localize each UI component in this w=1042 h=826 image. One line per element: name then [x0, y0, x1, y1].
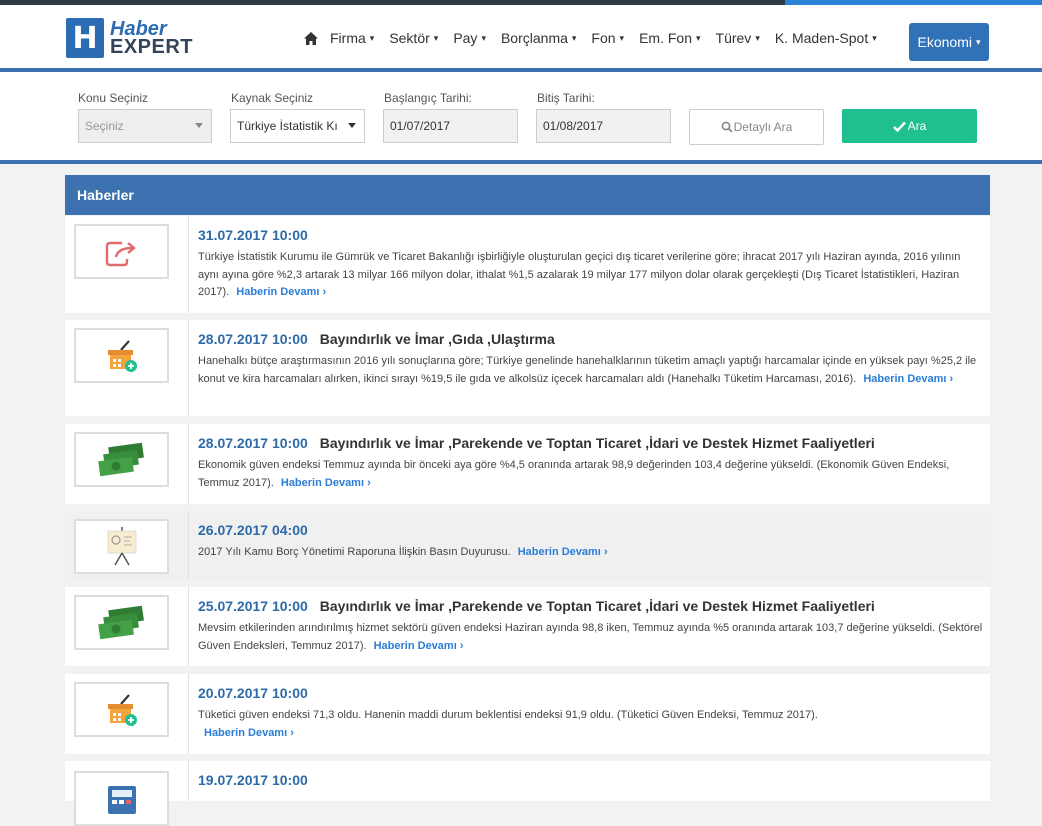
- caret-down-icon: [348, 123, 356, 128]
- logo-badge: H: [66, 18, 104, 58]
- share-arrow-icon: [74, 224, 169, 279]
- chevron-right-icon: ›: [367, 476, 371, 489]
- filter-bar: Konu Seçiniz Seçiniz Kaynak Seçiniz Türk…: [0, 72, 1042, 160]
- search-icon: [721, 121, 733, 133]
- news-category: Bayındırlık ve İmar ,Parekende ve Toptan…: [319, 598, 875, 614]
- chevron-down-icon: ▾: [755, 32, 760, 43]
- filter-divider: [0, 160, 1042, 164]
- detailed-search-button[interactable]: Detaylı Ara: [689, 109, 824, 145]
- end-date-input[interactable]: 01/08/2017: [536, 109, 671, 143]
- news-item[interactable]: 20.07.2017 10:00 Tüketici güven endeksi …: [65, 674, 990, 754]
- banknotes-icon: [74, 432, 169, 487]
- chevron-down-icon: ▾: [975, 36, 981, 47]
- news-date: 31.07.2017 10:00: [198, 227, 308, 243]
- start-date-input[interactable]: 01/07/2017: [383, 109, 518, 143]
- news-summary: Tüketici güven endeksi 71,3 oldu. Haneni…: [198, 709, 818, 721]
- presentation-board-icon: [74, 519, 169, 574]
- read-more-link[interactable]: Haberin Devamı ›: [518, 546, 608, 558]
- nav-item-fon[interactable]: Fon ▾: [591, 30, 624, 46]
- shopping-basket-icon: [74, 328, 169, 383]
- chevron-right-icon: ›: [949, 372, 954, 385]
- konu-select[interactable]: Seçiniz: [78, 109, 212, 143]
- konu-label: Konu Seçiniz: [78, 91, 149, 105]
- bitis-label: Bitiş Tarihi:: [537, 91, 595, 105]
- calculator-icon: [74, 771, 169, 826]
- nav-item-ekonomi[interactable]: Ekonomi ▾: [909, 23, 989, 61]
- baslangic-label: Başlangıç Tarihi:: [384, 91, 472, 105]
- nav-item-maden-spot[interactable]: K. Maden-Spot ▾: [775, 30, 877, 46]
- chevron-down-icon: ▾: [872, 32, 877, 43]
- read-more-link[interactable]: Haberin Devamı ›: [236, 286, 326, 298]
- search-button[interactable]: Ara: [842, 109, 977, 143]
- news-date: 19.07.2017 10:00: [198, 772, 308, 788]
- news-item[interactable]: 19.07.2017 10:00: [65, 761, 990, 826]
- banknotes-icon: [74, 595, 169, 650]
- chevron-down-icon: ▾: [571, 32, 577, 43]
- news-date: 26.07.2017 04:00: [198, 522, 308, 538]
- news-item[interactable]: 31.07.2017 10:00 Türkiye İstatistik Kuru…: [65, 216, 990, 313]
- chevron-right-icon: ›: [322, 286, 327, 298]
- news-item[interactable]: 28.07.2017 10:00 Bayındırlık ve İmar ,Par…: [65, 424, 990, 504]
- nav-item-pay[interactable]: Pay ▾: [453, 30, 486, 46]
- news-category: Bayındırlık ve İmar ,Gıda ,Ulaştırma: [319, 331, 555, 347]
- home-icon[interactable]: [303, 31, 319, 46]
- nav-item-sektor[interactable]: Sektör ▾: [389, 30, 438, 46]
- nav-item-borclanma[interactable]: Borçlanma ▾: [501, 30, 576, 46]
- news-date: 28.07.2017 10:00: [198, 435, 308, 451]
- chevron-down-icon: ▾: [481, 32, 486, 43]
- read-more-link[interactable]: Haberin Devamı ›: [204, 727, 294, 739]
- chevron-right-icon: ›: [290, 726, 294, 739]
- chevron-right-icon: ›: [603, 546, 608, 558]
- news-item[interactable]: 28.07.2017 10:00 Bayındırlık ve İmar ,Gıd…: [65, 320, 990, 416]
- news-summary: 2017 Yılı Kamu Borç Yönetimi Raporuna İl…: [198, 546, 511, 558]
- news-category: Bayındırlık ve İmar ,Parekende ve Toptan…: [319, 435, 875, 451]
- news-summary: Mevsim etkilerinden arındırılmış hizmet …: [198, 622, 983, 652]
- logo-line-2: EXPERT: [110, 36, 194, 58]
- nav-item-firma[interactable]: Firma ▾: [330, 30, 374, 46]
- news-panel-header: Haberler: [65, 175, 990, 215]
- read-more-link[interactable]: Haberin Devamı ›: [863, 373, 953, 385]
- site-header: H Haber EXPERT Firma ▾ Sektör ▾ Pay ▾ Borçl…: [0, 5, 1042, 69]
- read-more-link[interactable]: Haberin Devamı ›: [281, 477, 371, 489]
- caret-down-icon: [195, 123, 203, 128]
- check-icon: [892, 121, 906, 132]
- news-date: 28.07.2017 10:00: [198, 331, 308, 347]
- news-item[interactable]: 25.07.2017 10:00 Bayındırlık ve İmar ,Par…: [65, 587, 990, 666]
- kaynak-select[interactable]: Türkiye İstatistik Kı: [230, 109, 365, 143]
- news-item[interactable]: 26.07.2017 04:00 2017 Yılı Kamu Borç Yön…: [65, 511, 990, 581]
- read-more-link[interactable]: Haberin Devamı ›: [374, 640, 464, 652]
- chevron-down-icon: ▾: [695, 32, 701, 43]
- shopping-basket-icon: [74, 682, 169, 737]
- news-date: 25.07.2017 10:00: [198, 598, 308, 614]
- kaynak-label: Kaynak Seçiniz: [231, 91, 314, 105]
- news-date: 20.07.2017 10:00: [198, 685, 308, 701]
- chevron-right-icon: ›: [459, 639, 464, 652]
- chevron-down-icon: ▾: [369, 32, 375, 43]
- nav-item-em-fon[interactable]: Em. Fon ▾: [639, 30, 700, 46]
- main-nav: Firma ▾ Sektör ▾ Pay ▾ Borçlanma ▾ Fon ▾ Em. …: [303, 19, 892, 57]
- chevron-down-icon: ▾: [433, 32, 439, 43]
- news-summary: Hanehalkı bütçe araştırmasının 2016 yılı…: [198, 355, 977, 385]
- site-logo[interactable]: H Haber EXPERT: [66, 17, 193, 59]
- chevron-down-icon: ▾: [619, 32, 625, 43]
- nav-item-turev[interactable]: Türev ▾: [716, 30, 760, 46]
